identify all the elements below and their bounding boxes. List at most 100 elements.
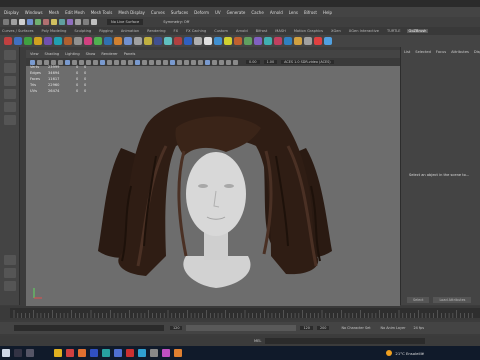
shelf-tab[interactable]: Arnold [234,29,250,33]
shelf-tab[interactable]: XGen Interactive [347,29,381,33]
menu-item[interactable]: Arnold [270,10,283,15]
menu-items[interactable]: Display Windows Mesh Edit Mesh Mesh Tools Mes… [0,10,338,15]
shelf-tab[interactable]: Sculpting [72,29,93,33]
shelf-tool-icon[interactable] [134,37,142,45]
panel-tool-icon[interactable] [233,59,238,65]
lasso-tool-icon[interactable] [4,63,16,73]
attribute-tab[interactable]: Attributes [451,50,469,54]
shelf-tool-icon[interactable] [84,37,92,45]
range-start-value[interactable]: 120 [170,326,183,330]
shelf-tool-icon[interactable] [184,37,192,45]
panel-tool-icon[interactable] [156,59,161,65]
attribute-editor-tabs[interactable]: List Selected Focus Attributes Display [401,47,480,57]
shelf-tool-icon[interactable] [244,37,252,45]
shelf-tab[interactable]: MASH [273,29,288,33]
panel-menu-items[interactable]: View Shading Lighting Show Renderer Panels [26,52,141,56]
gamma-field[interactable]: 1.00 [263,60,278,64]
shelf-tool-icon[interactable] [54,37,62,45]
menu-item[interactable]: UV [215,10,221,15]
menu-item[interactable]: Generate [227,10,246,15]
menu-item[interactable]: Mesh Display [118,10,145,15]
menu-item[interactable]: Mesh [49,10,60,15]
range-start-field[interactable] [14,325,164,331]
panel-tool-icon[interactable] [219,59,224,65]
shelf-tool-icon[interactable] [164,37,172,45]
panel-tool-icon[interactable] [163,59,168,65]
shelf-tool-icon[interactable] [124,37,132,45]
shelf-tool-icon[interactable] [324,37,332,45]
shelf-tool-icon[interactable] [254,37,262,45]
shelf-tool-icon[interactable] [264,37,272,45]
anim-end-value[interactable]: 200 [316,326,330,330]
live-surface-field[interactable]: No Live Surface [107,19,144,25]
shelf-tab[interactable]: Animation [119,29,141,33]
load-attributes-button[interactable]: Load Attributes [433,297,472,303]
shelf-tool-icon[interactable] [314,37,322,45]
shelf-tool-icon[interactable] [4,37,12,45]
opera-browser-icon[interactable] [66,349,74,357]
panel-menu-item[interactable]: View [30,52,39,56]
status-tool-icon[interactable] [51,19,57,25]
status-tool-icon[interactable] [43,19,49,25]
attribute-tab[interactable]: Selected [415,50,431,54]
firefox-browser-icon[interactable] [78,349,86,357]
colorspace-dropdown[interactable]: ACES 1.0 SDR-video (ACES) [281,60,334,64]
panel-tool-icon[interactable] [212,59,217,65]
select-tool-icon[interactable] [4,50,16,60]
layout-single-icon[interactable] [4,255,16,265]
layout-two-icon[interactable] [4,281,16,291]
panel-menu-item[interactable]: Lighting [65,52,80,56]
script-language[interactable]: MEL [254,339,261,343]
attribute-tab[interactable]: Focus [436,50,446,54]
menu-item[interactable]: Windows [25,10,43,15]
shelf-tool-icon[interactable] [224,37,232,45]
menu-item[interactable]: Help [323,10,332,15]
app-red-icon[interactable] [126,349,134,357]
file-explorer-icon[interactable] [54,349,62,357]
system-tray[interactable] [444,350,472,356]
maya-taskbar-icon[interactable] [102,349,110,357]
shelf-tool-icon[interactable] [94,37,102,45]
window-controls[interactable] [456,1,476,5]
app-orange-icon[interactable] [174,349,182,357]
shelf-tab[interactable]: Curves / Surfaces [0,29,36,33]
shelf-tool-icon[interactable] [154,37,162,45]
shelf-tool-icon[interactable] [174,37,182,45]
shelf-tool-icon[interactable] [74,37,82,45]
menu-item[interactable]: Lens [289,10,298,15]
panel-tool-icon[interactable] [135,59,140,65]
panel-tool-icon[interactable] [128,59,133,65]
menu-item[interactable]: Bifrost [304,10,317,15]
shelf-tool-icon[interactable] [304,37,312,45]
exposure-field[interactable]: 0.00 [246,60,260,64]
status-tool-icon[interactable] [83,19,89,25]
status-tool-icon[interactable] [59,19,65,25]
shelf-tool-icon[interactable] [14,37,22,45]
range-bar[interactable] [186,325,297,331]
shelf-tab[interactable]: GoZBrush [406,29,429,33]
shelf-tool-icon[interactable] [204,37,212,45]
panel-tool-icon[interactable] [100,59,105,65]
panel-menu-item[interactable]: Renderer [101,52,117,56]
scale-tool-icon[interactable] [4,115,16,125]
shelf-tab[interactable]: FX Caching [184,29,208,33]
rotate-tool-icon[interactable] [4,102,16,112]
panel-tool-icon[interactable] [107,59,112,65]
panel-tool-icon[interactable] [114,59,119,65]
shelf-tab[interactable]: XGen [329,29,343,33]
shelf-tab[interactable]: Custom [212,29,230,33]
status-tool-icon[interactable] [19,19,25,25]
status-tool-icon[interactable] [75,19,81,25]
attribute-tab[interactable]: List [404,50,410,54]
shelf-tool-icon[interactable] [274,37,282,45]
task-view-icon[interactable] [26,349,34,357]
shelf-tab[interactable]: Poly Modeling [40,29,69,33]
panel-tool-icon[interactable] [198,59,203,65]
command-input[interactable] [265,338,426,344]
shelf-tool-icon[interactable] [24,37,32,45]
menu-item[interactable]: Curves [151,10,165,15]
status-tool-icon[interactable] [11,19,17,25]
panel-tool-icon[interactable] [177,59,182,65]
attribute-tab[interactable]: Display [474,50,480,54]
status-tool-icon[interactable] [67,19,73,25]
